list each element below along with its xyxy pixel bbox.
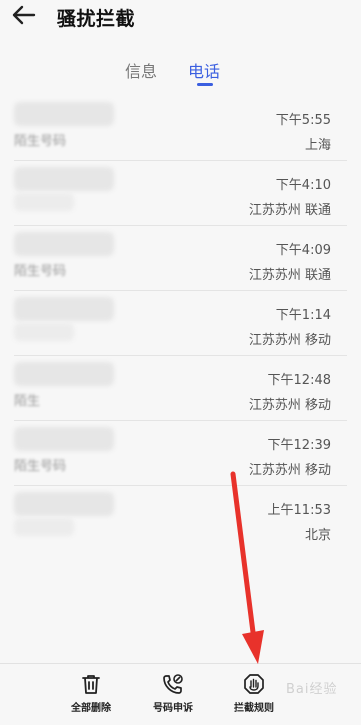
call-time: 下午4:10 [275,178,331,193]
blurred-number [14,167,114,191]
caller-name: 陌生 [14,394,41,409]
caller-name: 陌生号码 [14,134,67,149]
blurred-name [14,323,74,341]
call-time: 下午1:14 [275,308,331,323]
call-row[interactable]: 下午4:10 江苏苏州 联通 [0,161,361,226]
call-location: 江苏苏州 移动 [248,463,331,478]
blurred-number [14,232,114,256]
blurred-number [14,297,114,321]
number-appeal-label: 号码申诉 [153,703,193,714]
page-title: 骚扰拦截 [57,8,136,30]
delete-all-label: 全部删除 [71,703,111,714]
active-tab-indicator [197,83,213,86]
header: 骚扰拦截 [0,0,361,34]
call-row[interactable]: 陌生号码 下午12:39 江苏苏州 移动 [0,421,361,486]
call-row[interactable]: 陌生号码 下午5:55 上海 [0,96,361,161]
blurred-number [14,362,114,386]
arrow-left-icon [12,5,36,25]
call-location: 江苏苏州 联通 [248,268,331,283]
call-time: 上午11:53 [267,503,331,518]
tab-bar: 信息 电话 [0,58,361,92]
number-appeal-button[interactable]: 号码申诉 [133,672,213,724]
blocked-call-list: 陌生号码 下午5:55 上海 下午4:10 江苏苏州 联通 陌生号码 下午4:0… [0,96,361,551]
back-button[interactable] [11,3,41,29]
harassment-block-page: 骚扰拦截 信息 电话 陌生号码 下午5:55 上海 下午4:10 江苏苏州 联通… [0,0,361,725]
call-row[interactable]: 下午1:14 江苏苏州 移动 [0,291,361,356]
caller-name: 陌生号码 [14,459,67,474]
call-time: 下午5:55 [275,113,331,128]
block-rules-label: 拦截规则 [234,703,274,714]
delete-all-button[interactable]: 全部删除 [51,672,131,724]
call-row[interactable]: 陌生 下午12:48 江苏苏州 移动 [0,356,361,421]
tab-calls[interactable]: 电话 [188,58,220,82]
trash-icon [82,675,100,694]
blurred-number [14,492,114,516]
call-location: 北京 [304,528,331,543]
blurred-number [14,427,114,451]
call-location: 上海 [304,138,331,153]
blurred-name [14,518,74,536]
call-location: 江苏苏州 移动 [248,333,331,348]
block-rules-button[interactable]: 拦截规则 [214,672,294,724]
call-location: 江苏苏州 移动 [248,398,331,413]
hand-stop-icon [244,674,264,694]
call-time: 下午4:09 [275,243,331,258]
caller-name: 陌生号码 [14,264,67,279]
call-time: 下午12:48 [267,373,331,388]
call-row[interactable]: 上午11:53 北京 [0,486,361,551]
watermark: Bai经验 [286,682,338,697]
call-time: 下午12:39 [267,438,331,453]
blurred-number [14,102,114,126]
blurred-name [14,193,74,211]
call-location: 江苏苏州 联通 [248,203,331,218]
phone-edit-icon [163,674,183,694]
tab-messages[interactable]: 信息 [125,58,157,82]
call-row[interactable]: 陌生号码 下午4:09 江苏苏州 联通 [0,226,361,291]
